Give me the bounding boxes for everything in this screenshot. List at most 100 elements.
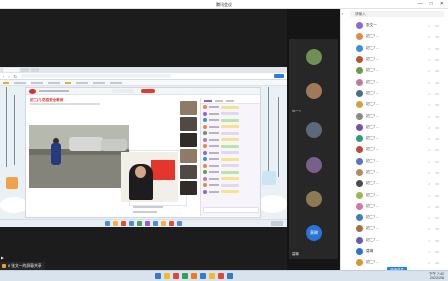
microphone-icon[interactable]: ♪ — [428, 80, 430, 85]
camera-icon[interactable]: ▭ — [435, 249, 439, 254]
app-icon[interactable] — [218, 273, 224, 279]
camera-icon[interactable]: ▭ — [435, 226, 439, 231]
participant-name: 初二7 ... — [366, 181, 380, 186]
start-icon[interactable] — [155, 273, 161, 279]
microphone-icon[interactable]: ♪ — [428, 23, 430, 28]
remote-browser-window: 初二(7) 防疫安全教育 — [25, 87, 261, 218]
maximize-button[interactable]: □ — [430, 1, 433, 7]
microphone-icon[interactable]: ♪ — [428, 238, 430, 243]
participant-row[interactable]: 初二7 ... ♪ ▭ — [341, 144, 448, 155]
camera-icon[interactable]: ▭ — [435, 215, 439, 220]
microphone-icon[interactable]: ♪ — [428, 170, 430, 175]
participant-avatar — [356, 202, 363, 210]
microphone-icon[interactable]: ♪ — [428, 136, 430, 141]
video-tile[interactable]: 初二7 ... — [289, 73, 338, 117]
microphone-icon[interactable]: ♪ — [428, 204, 430, 209]
close-button[interactable]: ✕ — [440, 1, 444, 7]
camera-icon[interactable]: ▭ — [435, 23, 439, 28]
participant-row[interactable]: 初二7 ... ♪ ▭ — [341, 99, 448, 110]
participant-avatar — [356, 191, 363, 199]
camera-icon[interactable]: ▭ — [435, 46, 439, 51]
app-icon[interactable] — [200, 273, 206, 279]
camera-icon[interactable]: ▭ — [435, 170, 439, 175]
microphone-icon[interactable]: ♪ — [428, 181, 430, 186]
participant-row[interactable]: 初二7 ... ♪ ▭ — [341, 235, 448, 246]
camera-icon[interactable]: ▭ — [435, 193, 439, 198]
participant-avatar — [356, 157, 363, 165]
microphone-icon[interactable]: ♪ — [428, 159, 430, 164]
microphone-icon[interactable]: ♪ — [428, 147, 430, 152]
microphone-icon[interactable]: ♪ — [428, 68, 430, 73]
microphone-icon[interactable]: ♪ — [428, 91, 430, 96]
participant-row[interactable]: 莫琳 ♪ ▭ — [341, 246, 448, 257]
microphone-icon[interactable]: ♪ — [428, 193, 430, 198]
microphone-icon[interactable]: ♪ — [428, 249, 430, 254]
camera-icon[interactable]: ▭ — [435, 68, 439, 73]
minimize-button[interactable]: — — [418, 1, 423, 7]
app-icon[interactable] — [227, 273, 233, 279]
participant-row[interactable]: 初二7 ... ♪ ▭ — [341, 54, 448, 65]
participant-row[interactable]: 初二7 ... ♪ ▭ — [341, 156, 448, 167]
participant-name: 初二7 ... — [366, 34, 380, 39]
participant-row[interactable]: 初二7 ... ♪ ▭ — [341, 212, 448, 223]
app-icon[interactable] — [209, 273, 215, 279]
camera-icon[interactable]: ▭ — [435, 136, 439, 141]
camera-icon[interactable]: ▭ — [435, 114, 439, 119]
participant-row[interactable]: 初二7 ... ♪ ▭ — [341, 133, 448, 144]
microphone-icon[interactable]: ♪ — [428, 102, 430, 107]
participant-row[interactable]: 初二7 ... ♪ ▭ — [341, 178, 448, 189]
camera-icon[interactable]: ▭ — [435, 181, 439, 186]
window-controls: — □ ✕ — [418, 1, 444, 7]
camera-icon[interactable]: ▭ — [435, 260, 439, 265]
participant-row[interactable]: 初二7 ... ♪ ▭ — [341, 31, 448, 42]
bookmark-icon — [65, 81, 71, 84]
camera-icon[interactable]: ▭ — [435, 80, 439, 85]
remote-url-field — [21, 74, 172, 78]
camera-icon[interactable]: ▭ — [435, 91, 439, 96]
remote-tab — [21, 68, 29, 72]
microphone-icon[interactable]: ♪ — [428, 57, 430, 62]
microphone-icon[interactable]: ♪ — [428, 125, 430, 130]
camera-icon[interactable]: ▭ — [435, 204, 439, 209]
participant-row[interactable]: 初二7 ... ♪ ▭ — [341, 122, 448, 133]
camera-icon[interactable]: ▭ — [435, 34, 439, 39]
camera-icon[interactable]: ▭ — [435, 159, 439, 164]
system-tray: 下午 7:42 2022/2/8 — [429, 272, 444, 280]
participant-avatar — [356, 214, 363, 222]
microphone-icon[interactable]: ♪ — [428, 46, 430, 51]
participant-row[interactable]: 初二7 ... ♪ ▭ — [341, 167, 448, 178]
camera-icon[interactable]: ▭ — [435, 125, 439, 130]
app-icon[interactable] — [191, 273, 197, 279]
app-icon[interactable] — [182, 273, 188, 279]
participant-row[interactable]: 初二7 ... ♪ ▭ — [341, 88, 448, 99]
participant-row[interactable]: 初二7 ... ♪ ▭ — [341, 65, 448, 76]
microphone-icon[interactable]: ♪ — [428, 226, 430, 231]
microphone-icon[interactable]: ♪ — [428, 114, 430, 119]
avatar — [306, 49, 322, 65]
camera-icon[interactable]: ▭ — [435, 147, 439, 152]
camera-icon[interactable]: ▭ — [435, 238, 439, 243]
participant-search-input[interactable]: ‹ 请输入 — [342, 11, 444, 17]
chevron-left-icon[interactable]: ‹ — [342, 11, 343, 17]
camera-icon[interactable]: ▭ — [435, 102, 439, 107]
camera-icon[interactable]: ▭ — [435, 57, 439, 62]
participant-row[interactable]: 初二7 ... ♪ ▭ — [341, 189, 448, 200]
participant-row[interactable]: 初二7 ... ♪ ▭ — [341, 201, 448, 212]
app-icon[interactable] — [173, 273, 179, 279]
participants-panel: ‹ 请输入 张文一 ♪ ▭ 初二7 ... ♪ ▭ 初二7 ... ♪ ▭ 初二7 ... ♪ ▭ 初二… — [340, 9, 448, 281]
tray-date: 2022/2/8 — [430, 276, 444, 281]
video-tile[interactable]: 莫琳 莫琳 — [289, 215, 338, 259]
screen-share-text: 8 张文一的屏幕共享 — [8, 264, 42, 268]
participant-row[interactable]: 初二7 ... ♪ ▭ — [341, 43, 448, 54]
participant-name: 初二7 ... — [366, 124, 380, 129]
microphone-icon[interactable]: ♪ — [428, 34, 430, 39]
participant-row[interactable]: 初二7 ... ♪ ▭ — [341, 110, 448, 121]
participant-row[interactable]: 初二7 ... ♪ ▭ — [341, 223, 448, 234]
participant-row[interactable]: 初二7 ... ♪ ▭ — [341, 76, 448, 87]
microphone-icon[interactable]: ♪ — [428, 260, 430, 265]
avatar — [306, 122, 322, 138]
app-icon[interactable] — [164, 273, 170, 279]
participant-name: 莫琳 — [366, 249, 374, 254]
microphone-icon[interactable]: ♪ — [428, 215, 430, 220]
participant-row[interactable]: 张文一 ♪ ▭ — [341, 20, 448, 31]
